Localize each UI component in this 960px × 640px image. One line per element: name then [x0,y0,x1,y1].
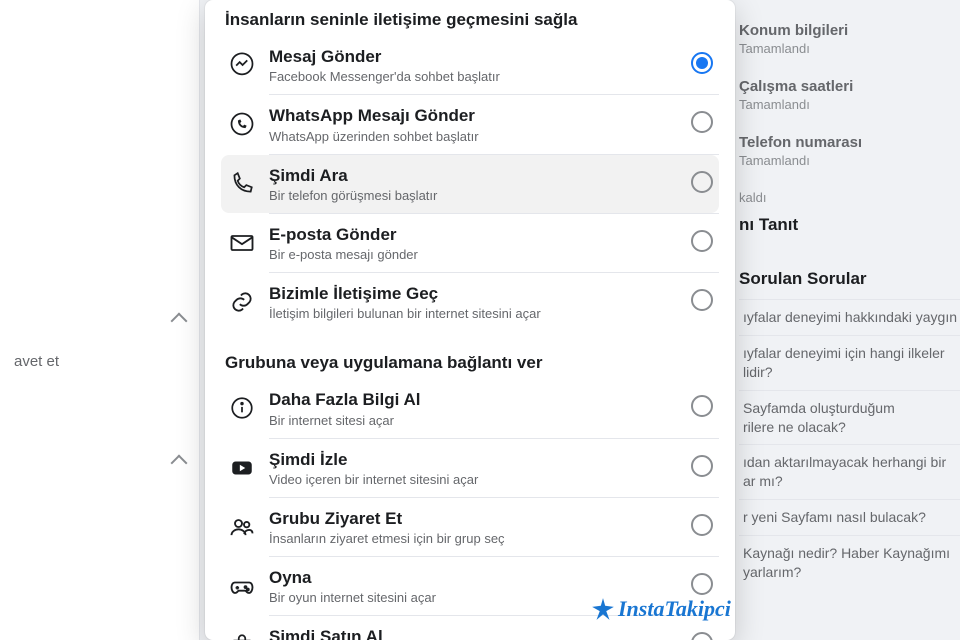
info-block: Çalışma saatleri Tamamlandı [735,78,960,112]
option-messenger[interactable]: Mesaj Gönder Facebook Messenger'da sohbe… [221,36,719,94]
play-icon [225,451,259,485]
radio-unselected[interactable] [691,230,713,252]
option-watch-now[interactable]: Şimdi İzle Video içeren bir internet sit… [221,439,719,497]
option-desc: Bir internet sitesi açar [269,413,683,428]
group-icon [225,510,259,544]
option-title: Grubu Ziyaret Et [269,508,683,529]
section-heading-contact: İnsanların seninle iletişime geçmesini s… [221,0,719,36]
remaining-label: kaldı [735,190,960,205]
phone-icon [225,167,259,201]
info-status: Tamamlandı [739,41,960,56]
info-title: Konum bilgileri [739,22,960,39]
radio-unselected[interactable] [691,455,713,477]
option-title: Şimdi Ara [269,165,683,186]
option-visit-group[interactable]: Grubu Ziyaret Et İnsanların ziyaret etme… [221,498,719,556]
chevron-up-icon [171,312,188,329]
info-title: Çalışma saatleri [739,78,960,95]
left-nav-item [0,442,199,483]
option-title: WhatsApp Mesajı Gönder [269,105,683,126]
info-block: Konum bilgileri Tamamlandı [735,22,960,56]
game-icon [225,569,259,603]
radio-unselected[interactable] [691,514,713,536]
option-play-game[interactable]: Oyna Bir oyun internet sitesini açar [221,557,719,615]
option-desc: WhatsApp üzerinden sohbet başlatır [269,129,683,144]
promote-heading: nı Tanıt [735,215,960,235]
dialog-scroll-area[interactable]: İnsanların seninle iletişime geçmesini s… [205,0,735,640]
option-desc: Bir oyun internet sitesini açar [269,590,683,605]
option-desc: Bir telefon görüşmesi başlatır [269,188,683,203]
radio-unselected[interactable] [691,573,713,595]
section-heading-link: Grubuna veya uygulamana bağlantı ver [221,343,719,379]
option-buy-now[interactable]: Şimdi Satın Al İnsanların ürünlerini sat… [221,616,719,640]
cta-dialog: İnsanların seninle iletişime geçmesini s… [205,0,735,640]
left-nav-item-invite[interactable]: avet et [0,341,199,382]
info-block: Telefon numarası Tamamlandı [735,134,960,168]
option-contact-us[interactable]: Bizimle İletişime Geç İletişim bilgileri… [221,273,719,331]
info-icon [225,391,259,425]
option-call-now[interactable]: Şimdi Ara Bir telefon görüşmesi başlatır [221,155,719,213]
option-title: E-posta Gönder [269,224,683,245]
faq-heading: Sorulan Sorular [735,269,960,289]
background-right-panel: Konum bilgileri Tamamlandı Çalışma saatl… [735,0,960,640]
faq-item[interactable]: r yeni Sayfamı nasıl bulacak? [739,499,960,535]
info-status: Tamamlandı [739,153,960,168]
faq-item[interactable]: ıdan aktarılmayacak herhangi bir ar mı? [739,444,960,499]
option-email[interactable]: E-posta Gönder Bir e-posta mesajı gönder [221,214,719,272]
option-desc: Facebook Messenger'da sohbet başlatır [269,69,683,84]
option-desc: İnsanların ziyaret etmesi için bir grup … [269,531,683,546]
option-title: Şimdi İzle [269,449,683,470]
option-title: Daha Fazla Bilgi Al [269,389,683,410]
messenger-icon [225,48,259,82]
option-desc: Bir e-posta mesajı gönder [269,247,683,262]
option-learn-more[interactable]: Daha Fazla Bilgi Al Bir internet sitesi … [221,379,719,437]
shopping-bag-icon [225,628,259,640]
option-title: Bizimle İletişime Geç [269,283,683,304]
whatsapp-icon [225,107,259,141]
option-desc: İletişim bilgileri bulunan bir internet … [269,306,683,321]
left-nav-label: avet et [14,353,59,370]
chevron-up-icon [171,454,188,471]
background-left-nav: avet et [0,0,200,640]
option-title: Şimdi Satın Al [269,626,683,640]
info-status: Tamamlandı [739,97,960,112]
option-desc: Video içeren bir internet sitesini açar [269,472,683,487]
radio-unselected[interactable] [691,289,713,311]
left-nav-item [0,300,199,341]
radio-unselected[interactable] [691,632,713,640]
option-whatsapp[interactable]: WhatsApp Mesajı Gönder WhatsApp üzerinde… [221,95,719,153]
radio-unselected[interactable] [691,171,713,193]
link-icon [225,285,259,319]
email-icon [225,226,259,260]
radio-unselected[interactable] [691,395,713,417]
faq-item[interactable]: Sayfamda oluşturduğum rilere ne olacak? [739,390,960,445]
option-title: Mesaj Gönder [269,46,683,67]
info-title: Telefon numarası [739,134,960,151]
faq-item[interactable]: ıyfalar deneyimi hakkındaki yaygın [739,299,960,335]
faq-item[interactable]: ıyfalar deneyimi için hangi ilkeler lidi… [739,335,960,390]
faq-item[interactable]: Kaynağı nedir? Haber Kaynağımı yarlarım? [739,535,960,590]
option-title: Oyna [269,567,683,588]
radio-selected[interactable] [691,52,713,74]
radio-unselected[interactable] [691,111,713,133]
